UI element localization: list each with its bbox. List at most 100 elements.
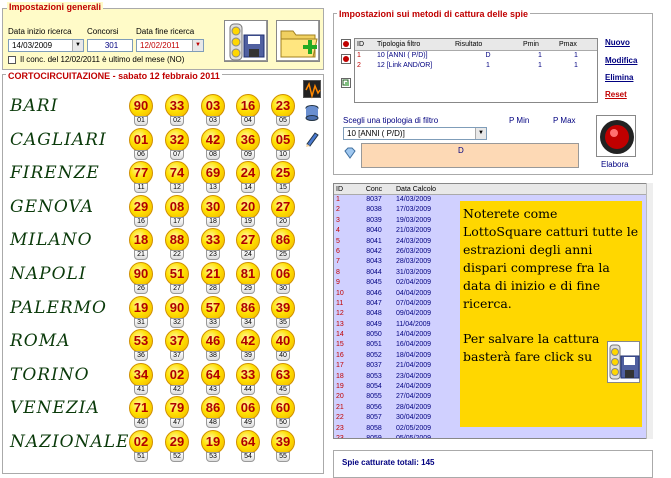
list-scrollbar[interactable]	[646, 183, 653, 439]
ball-number: 01	[133, 131, 149, 147]
table-row[interactable]: 1 10 [ANNI ( P/D)] D 1 1	[355, 51, 597, 61]
ball-number: 27	[240, 232, 256, 248]
lotto-ball: 57 33	[201, 295, 225, 328]
note-save-button[interactable]	[607, 341, 640, 383]
lotto-ball: 19 53	[201, 430, 225, 462]
modifica-link[interactable]: Modifica	[605, 56, 637, 65]
database-button[interactable]	[303, 104, 321, 122]
row-conc: 8058	[366, 424, 382, 432]
ball-number: 42	[205, 131, 221, 147]
ball-position: 54	[244, 453, 252, 460]
copy-icon	[342, 79, 349, 86]
lotto-ball: 19 31	[129, 295, 153, 328]
methods-title: Impostazioni sui metodi di cattura delle…	[337, 9, 531, 19]
row-conc: 8040	[366, 227, 382, 235]
start-date-select[interactable]: 14/03/2009 ▼	[8, 39, 84, 52]
open-folder-button[interactable]	[276, 20, 320, 62]
ball-position: 20	[279, 217, 287, 225]
filter-type-label: Scegli una tipologia di filtro	[343, 116, 439, 125]
chevron-down-icon[interactable]: ▼	[475, 128, 486, 139]
elabora-button[interactable]	[596, 115, 636, 157]
chart-tool-button[interactable]	[303, 80, 321, 99]
pmin-label: P Min	[509, 116, 530, 125]
last-of-month-checkbox[interactable]	[8, 56, 16, 64]
row-tipologia: 10 [ANNI ( P/D)]	[377, 52, 428, 59]
ball-position: 31	[137, 318, 145, 326]
edit-button[interactable]	[303, 130, 321, 148]
chevron-down-icon[interactable]: ▼	[72, 40, 83, 51]
ball-position: 11	[137, 184, 145, 192]
ball-number: 63	[275, 366, 291, 382]
save-icon	[229, 23, 265, 61]
ball-number: 81	[240, 266, 256, 281]
copy-button[interactable]	[341, 78, 351, 88]
lotto-ball: 42 39	[236, 329, 260, 362]
ball-number: 69	[205, 165, 221, 181]
ball-number: 88	[169, 232, 185, 248]
filter-type-select[interactable]: 10 [ANNI ( P/D)] ▼	[343, 127, 487, 140]
ball-position: 01	[137, 117, 145, 124]
wheel-city-7: PALERMO	[10, 297, 107, 318]
row-date: 30/04/2009	[396, 414, 432, 422]
save-capture-button[interactable]	[224, 20, 268, 62]
ball-number: 33	[169, 98, 185, 113]
row-conc: 8044	[366, 268, 382, 276]
wheel-city-1: BARI	[10, 96, 59, 116]
record-icon	[600, 120, 634, 154]
ball-number: 16	[240, 98, 256, 113]
reset-link[interactable]: Reset	[605, 90, 627, 99]
general-settings-title: Impostazioni generali	[7, 2, 104, 12]
row-id: 1	[336, 196, 340, 203]
ball-position: 26	[137, 285, 145, 292]
ball-position: 15	[279, 184, 287, 192]
ball-position: 07	[173, 150, 181, 158]
lotto-ball: 90 32	[165, 295, 189, 328]
ball-position: 16	[137, 217, 145, 225]
table-row[interactable]: 2 12 [Link AND/OR] 1 1 1	[355, 61, 597, 71]
ball-position: 05	[279, 117, 287, 124]
ball-number: 39	[275, 299, 291, 315]
nuovo-link[interactable]: Nuovo	[605, 38, 630, 47]
chevron-down-icon[interactable]: ▼	[192, 40, 203, 51]
lotto-draw-title: CORTOCIRCUITAZIONE - sabato 12 febbraio …	[6, 71, 222, 81]
col-id: ID	[357, 41, 364, 48]
lotto-ball: 79 47	[165, 396, 189, 429]
lotto-ball: 64 54	[236, 430, 260, 462]
row-conc: 8056	[366, 403, 382, 411]
start-date-label: Data inizio ricerca	[8, 27, 72, 36]
note-text-1: Noterete come LottoSquare catturi tutte …	[463, 206, 639, 311]
lotto-ball: 71 46	[129, 396, 153, 429]
concorsi-field[interactable]: 301	[87, 39, 133, 52]
lotto-ball: 05 10	[271, 127, 295, 160]
lotto-ball: 81 29	[236, 262, 260, 294]
elimina-link[interactable]: Elimina	[605, 73, 633, 82]
move-up-button[interactable]	[341, 39, 351, 49]
pencil-icon	[306, 132, 319, 147]
gem-button[interactable]	[343, 147, 357, 159]
row-id: 2	[357, 62, 361, 69]
ball-number: 64	[205, 366, 221, 382]
filters-table[interactable]: ID Tipologia filtro Risultato Pmin Pmax …	[354, 38, 598, 103]
ball-number: 06	[275, 266, 291, 281]
row-pmin: 1	[538, 62, 542, 69]
lotto-ball: 40 40	[271, 329, 295, 362]
lotto-ball: 06 49	[236, 396, 260, 429]
row-conc: 8054	[366, 383, 382, 391]
ball-position: 45	[279, 385, 287, 393]
end-date-select[interactable]: 12/02/2011 ▼	[136, 39, 204, 52]
filter-result-input[interactable]: D	[361, 143, 579, 168]
row-risultato: 1	[486, 62, 490, 69]
ball-number: 33	[240, 366, 256, 382]
move-down-button[interactable]	[341, 54, 351, 64]
lotto-ball: 27 20	[271, 194, 295, 227]
lotto-ball: 03 03	[201, 94, 225, 126]
row-date: 19/03/2009	[396, 216, 432, 224]
lotto-ball: 90 26	[129, 262, 153, 294]
ball-number: 90	[169, 299, 185, 315]
wheel-city-9: TORINO	[10, 364, 90, 385]
row-date: 02/05/2009	[396, 424, 432, 432]
row-id: 12	[336, 310, 344, 318]
lotto-ball: 39 55	[271, 430, 295, 462]
row-date: 18/04/2009	[396, 351, 432, 359]
table-row[interactable]: 23 8059 05/05/2009	[334, 434, 652, 438]
